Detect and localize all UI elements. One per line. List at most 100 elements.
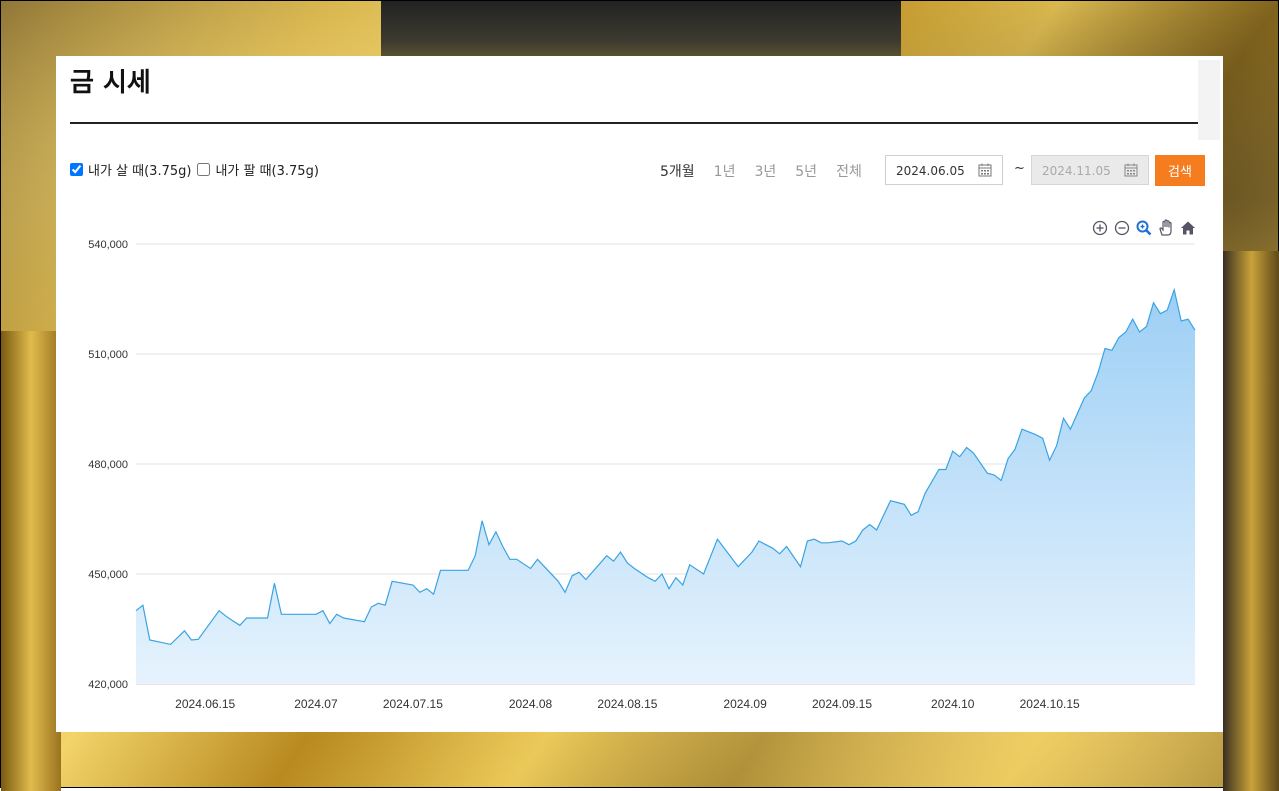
data-point (148, 639, 151, 642)
data-point (342, 617, 345, 620)
data-point (889, 499, 892, 502)
data-point (135, 609, 138, 612)
data-point (197, 638, 200, 641)
data-point (910, 514, 913, 517)
data-point (1187, 318, 1190, 321)
data-point (467, 569, 470, 572)
data-point (578, 571, 581, 574)
data-point (861, 529, 864, 532)
data-point (294, 613, 297, 616)
data-point (716, 538, 719, 541)
x-tick-label: 2024.07.15 (383, 697, 443, 711)
data-point (432, 593, 435, 596)
data-point (225, 615, 228, 618)
data-point (1034, 433, 1037, 436)
data-point (1166, 309, 1169, 312)
data-point (619, 551, 622, 554)
data-point (986, 472, 989, 475)
data-point (751, 551, 754, 554)
x-tick-label: 2024.08 (509, 697, 553, 711)
data-point (972, 452, 975, 455)
data-point (1090, 389, 1093, 392)
data-point (612, 560, 615, 563)
data-point (757, 540, 760, 543)
data-point (654, 580, 657, 583)
data-point (377, 602, 380, 605)
data-point (1062, 417, 1065, 420)
data-point (481, 519, 484, 522)
data-point (411, 584, 414, 587)
y-tick-label: 540,000 (88, 239, 128, 251)
data-point (425, 587, 428, 590)
data-point (557, 580, 560, 583)
data-point (937, 468, 940, 471)
data-point (1097, 371, 1100, 374)
gold-price-chart: 420,000 450,000 480,000 510,000 540,000 2024.… (88, 239, 1196, 711)
data-point (218, 609, 221, 612)
data-point (951, 450, 954, 453)
data-point (328, 622, 331, 625)
background-gold-bar-right (1223, 251, 1279, 791)
data-point (515, 558, 518, 561)
data-point (626, 562, 629, 565)
data-point (266, 617, 269, 620)
data-point (799, 565, 802, 568)
data-point (778, 552, 781, 555)
data-point (1069, 428, 1072, 431)
data-point (633, 567, 636, 570)
x-tick-label: 2024.09 (723, 697, 767, 711)
data-point (280, 613, 283, 616)
data-point (993, 474, 996, 477)
background-dark-bar-top (381, 1, 901, 57)
data-point (737, 565, 740, 568)
x-tick-label: 2024.06.15 (175, 697, 235, 711)
data-point (1104, 347, 1107, 350)
gold-price-panel: 금 시세 내가 살 때(3.75g) 내가 팔 때(3.75g) 5개월 1년 … (56, 56, 1223, 732)
data-point (875, 529, 878, 532)
data-point (1145, 325, 1148, 328)
background-gold-bar-left (1, 331, 61, 791)
data-point (584, 578, 587, 581)
data-point (1173, 288, 1176, 291)
data-point (1007, 457, 1010, 460)
data-point (474, 554, 477, 557)
data-point (965, 446, 968, 449)
data-point (1131, 318, 1134, 321)
data-point (771, 547, 774, 550)
data-point (723, 547, 726, 550)
data-point (1110, 349, 1113, 352)
data-point (1159, 312, 1162, 315)
data-point (1083, 397, 1086, 400)
data-point (488, 543, 491, 546)
data-point (688, 563, 691, 566)
data-point (418, 591, 421, 594)
data-point (1180, 320, 1183, 323)
data-point (674, 576, 677, 579)
data-point (231, 619, 234, 622)
x-tick-label: 2024.10 (931, 697, 975, 711)
data-point (460, 569, 463, 572)
data-point (1021, 428, 1024, 431)
data-point (384, 604, 387, 607)
data-point (820, 541, 823, 544)
data-point (508, 558, 511, 561)
data-point (1000, 479, 1003, 482)
data-point (335, 613, 338, 616)
data-point (1014, 448, 1017, 451)
data-point (501, 545, 504, 548)
y-tick-label: 420,000 (88, 679, 128, 691)
data-point (847, 543, 850, 546)
data-point (363, 620, 366, 623)
data-point (917, 510, 920, 513)
data-point (564, 591, 567, 594)
data-point (391, 580, 394, 583)
data-point (924, 492, 927, 495)
data-point (238, 624, 241, 627)
data-point (315, 613, 318, 616)
data-point (661, 573, 664, 576)
data-point (494, 530, 497, 533)
data-point (896, 501, 899, 504)
data-point (806, 540, 809, 543)
y-tick-label: 480,000 (88, 459, 128, 471)
data-point (958, 455, 961, 458)
